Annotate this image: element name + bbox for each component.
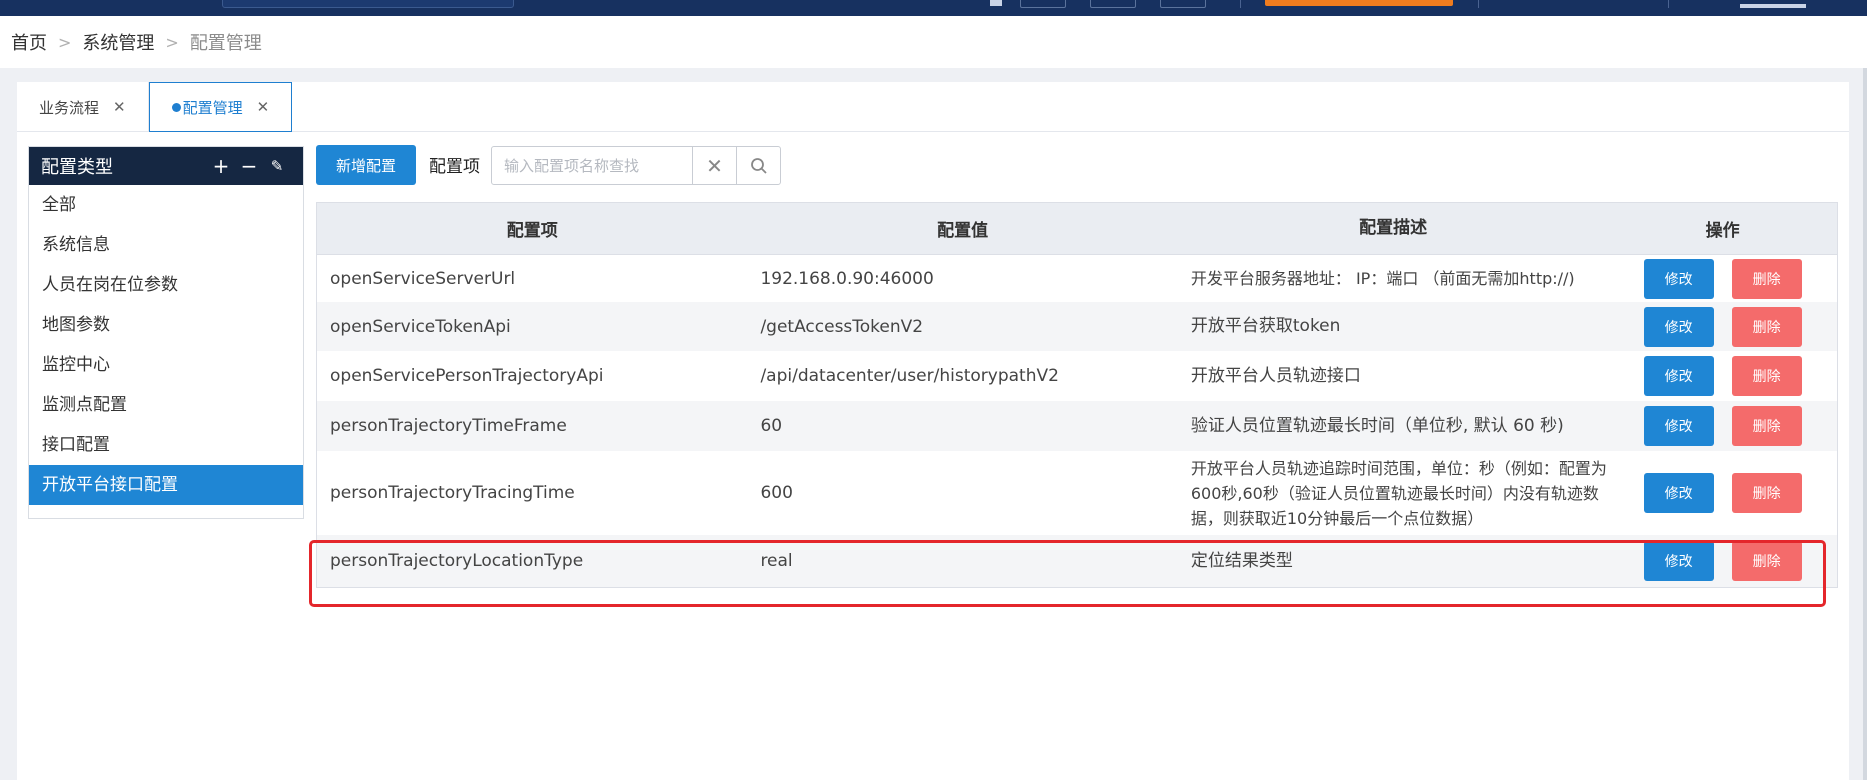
table-row: openServiceServerUrl 192.168.0.90:46000 … — [317, 255, 1837, 302]
tree-item-system-info[interactable]: 系统信息 — [29, 225, 303, 265]
tree-item-personnel-params[interactable]: 人员在岗在位参数 — [29, 265, 303, 305]
edit-button[interactable]: 修改 — [1643, 258, 1714, 299]
header-divider — [1240, 0, 1241, 8]
active-dot-icon — [171, 102, 181, 112]
tab-label: 业务流程 — [39, 98, 100, 117]
clear-icon[interactable]: ✕ — [692, 147, 736, 184]
cell-value: 60 — [760, 416, 783, 436]
cell-actions: 修改 删除 — [1608, 356, 1837, 396]
table-row: personTrajectoryTimeFrame 60 验证人员位置轨迹最长时… — [317, 401, 1837, 451]
search-box: ✕ — [491, 146, 781, 185]
cell-key: openServiceTokenApi — [330, 316, 511, 337]
tree-title: 配置类型 — [41, 157, 113, 178]
search-icon[interactable] — [736, 147, 780, 184]
header-control-3[interactable] — [1160, 0, 1206, 8]
tree-item-map-params[interactable]: 地图参数 — [29, 305, 303, 345]
cell-key: openServicePersonTrajectoryApi — [330, 366, 604, 386]
search-input[interactable] — [492, 147, 692, 184]
cell-value: 600 — [760, 483, 793, 503]
cell-value: /api/datacenter/user/historypathV2 — [760, 366, 1059, 386]
cell-key: openServiceServerUrl — [330, 268, 516, 289]
delete-button[interactable]: 删除 — [1731, 406, 1802, 446]
tree-item-open-platform-interface[interactable]: 开放平台接口配置 — [29, 465, 303, 505]
edit-button[interactable]: 修改 — [1643, 473, 1714, 513]
delete-button[interactable]: 删除 — [1731, 473, 1802, 513]
table-row: openServiceTokenApi /getAccessTokenV2 开放… — [317, 302, 1837, 351]
table-row: personTrajectoryLocationType real 定位结果类型… — [317, 535, 1837, 587]
user-menu[interactable] — [1740, 4, 1806, 8]
delete-button[interactable]: 删除 — [1731, 258, 1802, 299]
breadcrumb-system[interactable]: 系统管理 — [82, 29, 154, 55]
cell-desc: 验证人员位置轨迹最长时间（单位秒, 默认 60 秒) — [1190, 415, 1564, 436]
header-action-button[interactable] — [1265, 0, 1453, 6]
header-control-2[interactable] — [1090, 0, 1136, 8]
close-icon[interactable]: ✕ — [257, 98, 270, 116]
header-divider — [1478, 0, 1479, 8]
chevron-right-icon: > — [165, 32, 179, 52]
tab-config-management[interactable]: 配置管理 ✕ — [148, 82, 293, 132]
tree-item-monitor-point[interactable]: 监测点配置 — [29, 385, 303, 425]
cell-actions: 修改 删除 — [1608, 306, 1837, 347]
breadcrumb: 首页 > 系统管理 > 配置管理 — [0, 16, 1867, 68]
header-actions: 操作 — [1705, 221, 1740, 241]
scrollbar[interactable] — [1863, 68, 1867, 780]
cell-value: /getAccessTokenV2 — [760, 316, 924, 337]
header-control-1[interactable] — [1020, 0, 1066, 8]
tab-business-process[interactable]: 业务流程 ✕ — [17, 82, 149, 132]
header-icon[interactable] — [990, 0, 1002, 6]
cell-value: real — [760, 551, 793, 571]
cell-actions: 修改 删除 — [1608, 258, 1837, 299]
cell-actions: 修改 删除 — [1608, 406, 1837, 446]
header-key: 配置项 — [506, 221, 558, 241]
config-table: 配置项 配置值 配置描述 操作 openServiceServerUrl 192… — [316, 202, 1838, 588]
tree-item-all[interactable]: 全部 — [29, 185, 303, 225]
delete-button[interactable]: 删除 — [1731, 541, 1802, 581]
tree-item-monitor-center[interactable]: 监控中心 — [29, 345, 303, 385]
edit-button[interactable]: 修改 — [1643, 306, 1714, 347]
table-row: personTrajectoryTracingTime 600 开放平台人员轨迹… — [317, 451, 1837, 535]
cell-desc: 开放平台人员轨迹追踪时间范围，单位：秒（例如：配置为600秒,60秒（验证人员位… — [1190, 458, 1607, 528]
cell-key: personTrajectoryTracingTime — [330, 483, 575, 503]
edit-button[interactable]: 修改 — [1643, 541, 1714, 581]
cell-key: personTrajectoryLocationType — [330, 551, 584, 571]
minus-icon[interactable]: − — [235, 154, 263, 178]
cell-desc: 定位结果类型 — [1190, 550, 1293, 571]
tree-item-interface-config[interactable]: 接口配置 — [29, 425, 303, 465]
filter-label: 配置项 — [429, 157, 480, 177]
table-row: openServicePersonTrajectoryApi /api/data… — [317, 351, 1837, 401]
plus-icon[interactable]: + — [207, 154, 235, 178]
cell-value: 192.168.0.90:46000 — [760, 268, 934, 289]
header-divider — [1668, 0, 1669, 8]
cell-key: personTrajectoryTimeFrame — [330, 416, 567, 436]
header-desc: 配置描述 — [1359, 218, 1428, 238]
table-header: 配置项 配置值 配置描述 操作 — [317, 203, 1837, 255]
tabs-bar: 业务流程 ✕ 配置管理 ✕ — [17, 82, 1849, 132]
delete-button[interactable]: 删除 — [1731, 306, 1802, 347]
cell-desc: 开发平台服务器地址： IP：端口 （前面无需加http://) — [1190, 269, 1575, 288]
breadcrumb-home[interactable]: 首页 — [11, 29, 47, 55]
edit-button[interactable]: 修改 — [1643, 406, 1714, 446]
cell-actions: 修改 删除 — [1608, 473, 1837, 513]
tree-header: 配置类型 + − ✎ — [29, 147, 303, 185]
cell-desc: 开放平台获取token — [1190, 316, 1341, 336]
tab-label: 配置管理 — [182, 98, 243, 117]
cell-desc: 开放平台人员轨迹接口 — [1190, 365, 1361, 386]
header-value: 配置值 — [937, 221, 989, 241]
breadcrumb-current: 配置管理 — [189, 33, 262, 54]
config-type-tree: 配置类型 + − ✎ 全部 系统信息 人员在岗在位参数 地图参数 监控中心 监测… — [28, 146, 304, 519]
close-icon[interactable]: ✕ — [113, 98, 126, 116]
chevron-right-icon: > — [58, 32, 72, 52]
pencil-icon[interactable]: ✎ — [263, 157, 291, 175]
delete-button[interactable]: 删除 — [1731, 356, 1802, 396]
global-search-input[interactable] — [222, 0, 514, 8]
edit-button[interactable]: 修改 — [1643, 356, 1714, 396]
add-config-button[interactable]: 新增配置 — [316, 145, 416, 185]
cell-actions: 修改 删除 — [1608, 541, 1837, 581]
top-app-bar — [0, 0, 1867, 16]
